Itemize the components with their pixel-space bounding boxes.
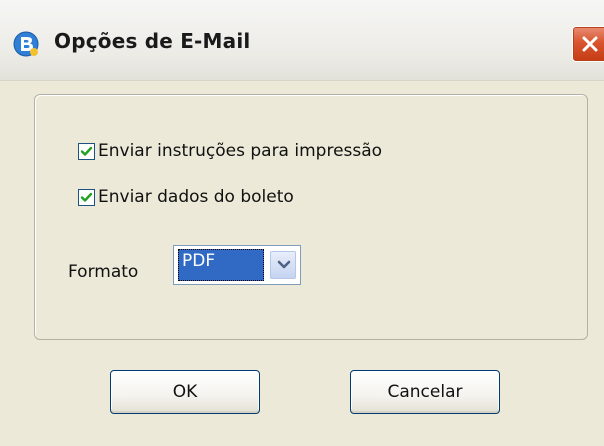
options-group [34,94,588,340]
check-icon [80,146,93,156]
send-data-checkbox[interactable] [78,188,95,206]
close-button[interactable] [572,26,604,62]
b-logo-icon [12,30,40,58]
send-data-option[interactable]: Enviar dados do boleto [78,187,294,207]
send-data-label: Enviar dados do boleto [98,187,294,207]
check-icon [80,192,93,202]
chevron-down-icon [277,260,291,269]
format-dropdown-button[interactable] [270,251,296,279]
ok-button[interactable]: OK [110,370,260,414]
window-title: Opções de E-Mail [54,29,251,53]
send-instructions-option[interactable]: Enviar instruções para impressão [78,141,382,161]
format-select[interactable]: PDF [173,245,301,285]
title-bar: Opções de E-Mail [0,0,604,81]
format-label: Formato [68,262,139,282]
send-instructions-checkbox[interactable] [78,142,95,160]
cancel-button[interactable]: Cancelar [350,370,500,414]
format-select-value: PDF [178,249,264,281]
send-instructions-label: Enviar instruções para impressão [98,141,383,161]
